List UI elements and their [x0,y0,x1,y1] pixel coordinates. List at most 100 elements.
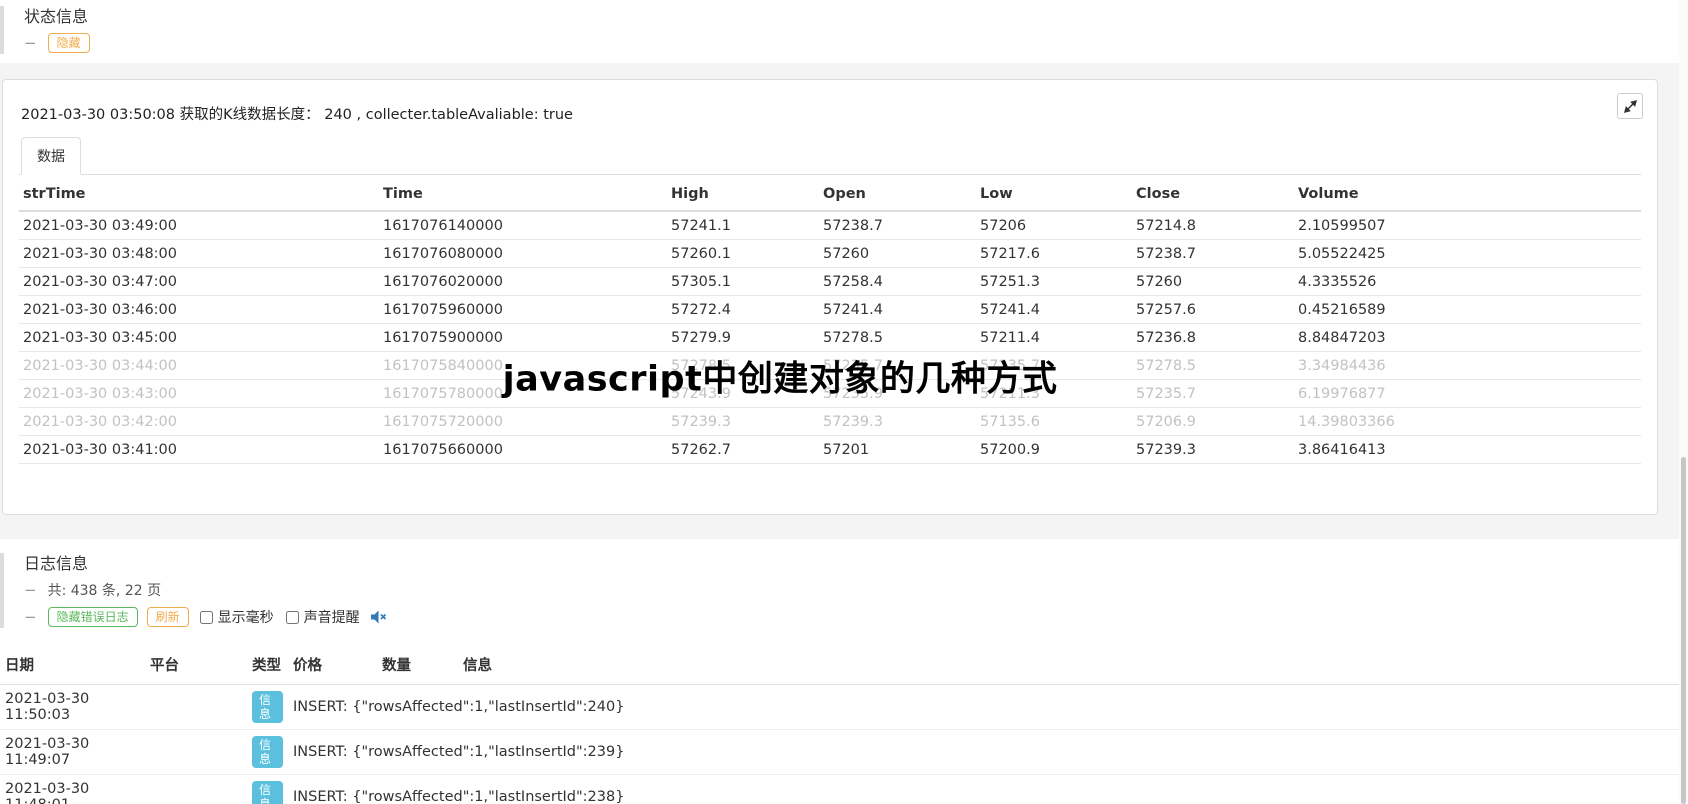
log-cell-type: 信息 [247,729,288,775]
kline-table-row: 2021-03-30 03:44:00 1617075840000 57278.5 5… [19,351,1641,380]
sound-alert-checkbox[interactable] [285,610,299,624]
log-column-header: 日期 [0,645,145,685]
kline-cell-time: 1617075840000 [379,351,667,380]
log-type-badge: 信息 [252,781,283,804]
log-table-header-row: 日期 平台 类型 价格 数量 信息 [0,645,1688,685]
kline-column-header: Low [976,178,1132,212]
kline-cell-close: 57235.7 [1132,379,1294,408]
kline-table-row: 2021-03-30 03:48:00 1617076080000 57260.1 5… [19,239,1641,268]
log-column-header: 类型 [247,645,288,685]
log-type-badge: 信息 [252,691,283,723]
log-table-row: 2021-03-30 11:49:07 信息 INSERT: {"rowsAffec… [0,729,1688,775]
log-column-header: 数量 [377,645,458,685]
kline-cell-volume: 4.3335526 [1294,267,1641,296]
kline-cell-close: 57236.8 [1132,323,1294,352]
log-cell-message: INSERT: {"rowsAffected":1,"lastInsertId"… [288,774,1688,804]
kline-cell-volume: 5.05522425 [1294,239,1641,268]
log-column-header: 信息 [458,645,1688,685]
kline-cell-strTime: 2021-03-30 03:48:00 [19,239,379,268]
kline-cell-strTime: 2021-03-30 03:42:00 [19,407,379,436]
kline-table-row: 2021-03-30 03:43:00 1617075780000 57243.9 5… [19,379,1641,408]
log-cell-date: 2021-03-30 11:48:01 [0,774,145,804]
kline-cell-volume: 3.86416413 [1294,435,1641,464]
kline-cell-low: 57135.6 [976,407,1132,436]
sound-alert-label: 声音提醒 [303,610,360,626]
kline-cell-high: 57241.1 [667,211,819,240]
kline-cell-time: 1617076020000 [379,267,667,296]
log-section-header: 日志信息 − 共: 438 条, 22 页 − 隐藏错误日志 刷新 显示毫秒 声… [0,553,1688,628]
page: 状态信息 − 隐藏 2021-03-30 03:50:08 获取的K线数据长度：… [0,0,1688,804]
status-section-header: 状态信息 − 隐藏 [0,6,1688,54]
status-collapse-toggle[interactable]: − [24,34,37,52]
kline-table-header-row: strTime Time High Open Low Close Volume [19,178,1641,212]
log-type-badge: 信息 [252,736,283,768]
log-cell-message: INSERT: {"rowsAffected":1,"lastInsertId"… [288,684,1688,730]
kline-cell-open: 57235.9 [819,379,976,408]
kline-cell-close: 57206.9 [1132,407,1294,436]
kline-column-header: Close [1132,178,1294,212]
kline-cell-high: 57272.4 [667,295,819,324]
refresh-logs-button[interactable]: 刷新 [146,607,189,627]
kline-cell-low: 57206 [976,211,1132,240]
kline-table-row: 2021-03-30 03:46:00 1617075960000 57272.4 5… [19,295,1641,324]
kline-cell-high: 57243.9 [667,379,819,408]
hide-error-logs-button[interactable]: 隐藏错误日志 [47,607,138,627]
kline-cell-high: 57278.5 [667,351,819,380]
kline-cell-close: 57214.8 [1132,211,1294,240]
status-section: 状态信息 − 隐藏 [0,0,1688,63]
log-cell-date: 2021-03-30 11:50:03 [0,684,145,730]
kline-cell-close: 57238.7 [1132,239,1294,268]
log-table-row: 2021-03-30 11:50:03 信息 INSERT: {"rowsAffec… [0,684,1688,730]
kline-cell-time: 1617075720000 [379,407,667,436]
kline-cell-strTime: 2021-03-30 03:41:00 [19,435,379,464]
kline-cell-strTime: 2021-03-30 03:43:00 [19,379,379,408]
log-cell-message: INSERT: {"rowsAffected":1,"lastInsertId"… [288,729,1688,775]
kline-cell-open: 57238.7 [819,211,976,240]
log-cell-type: 信息 [247,684,288,730]
log-column-header: 平台 [145,645,247,685]
kline-cell-high: 57239.3 [667,407,819,436]
hide-status-button[interactable]: 隐藏 [47,33,90,53]
expand-panel-button[interactable] [1617,93,1643,119]
scrollbar-thumb[interactable] [1681,457,1686,804]
kline-table-row: 2021-03-30 03:41:00 1617075660000 57262.7 5… [19,435,1641,464]
kline-column-header: Volume [1294,178,1641,212]
kline-cell-time: 1617075900000 [379,323,667,352]
tab-data[interactable]: 数据 [21,137,81,175]
kline-cell-strTime: 2021-03-30 03:46:00 [19,295,379,324]
log-cell-platform [145,729,247,775]
kline-cell-time: 1617075780000 [379,379,667,408]
kline-column-header: High [667,178,819,212]
kline-cell-close: 57260 [1132,267,1294,296]
log-section: 日志信息 − 共: 438 条, 22 页 − 隐藏错误日志 刷新 显示毫秒 声… [0,539,1688,804]
log-controls-collapse-toggle[interactable]: − [24,608,37,626]
kline-cell-low: 57211.3 [976,379,1132,408]
kline-cell-high: 57260.1 [667,239,819,268]
kline-cell-time: 1617076140000 [379,211,667,240]
kline-table-row: 2021-03-30 03:47:00 1617076020000 57305.1 5… [19,267,1641,296]
kline-cell-low: 57235.7 [976,351,1132,380]
kline-cell-close: 57239.3 [1132,435,1294,464]
kline-cell-volume: 2.10599507 [1294,211,1641,240]
kline-column-header: strTime [19,178,379,212]
kline-cell-open: 57278.5 [819,323,976,352]
kline-cell-volume: 0.45216589 [1294,295,1641,324]
log-count-summary: 共: 438 条, 22 页 [47,583,162,599]
log-summary-collapse-toggle[interactable]: − [24,581,37,599]
kline-cell-open: 57235.7 [819,351,976,380]
log-column-header: 价格 [288,645,377,685]
kline-status-line: 2021-03-30 03:50:08 获取的K线数据长度： 240 , col… [21,107,573,123]
speaker-muted-icon [370,610,387,624]
kline-column-header: Open [819,178,976,212]
kline-cell-volume: 6.19976877 [1294,379,1641,408]
log-section-title: 日志信息 [24,554,89,573]
kline-cell-volume: 8.84847203 [1294,323,1641,352]
show-milliseconds-checkbox[interactable] [199,610,213,624]
kline-cell-open: 57258.4 [819,267,976,296]
kline-cell-close: 57278.5 [1132,351,1294,380]
kline-table: strTime Time High Open Low Close Volume 2021-0… [19,178,1641,464]
kline-cell-open: 57239.3 [819,407,976,436]
kline-cell-open: 57260 [819,239,976,268]
kline-cell-high: 57305.1 [667,267,819,296]
kline-cell-close: 57257.6 [1132,295,1294,324]
